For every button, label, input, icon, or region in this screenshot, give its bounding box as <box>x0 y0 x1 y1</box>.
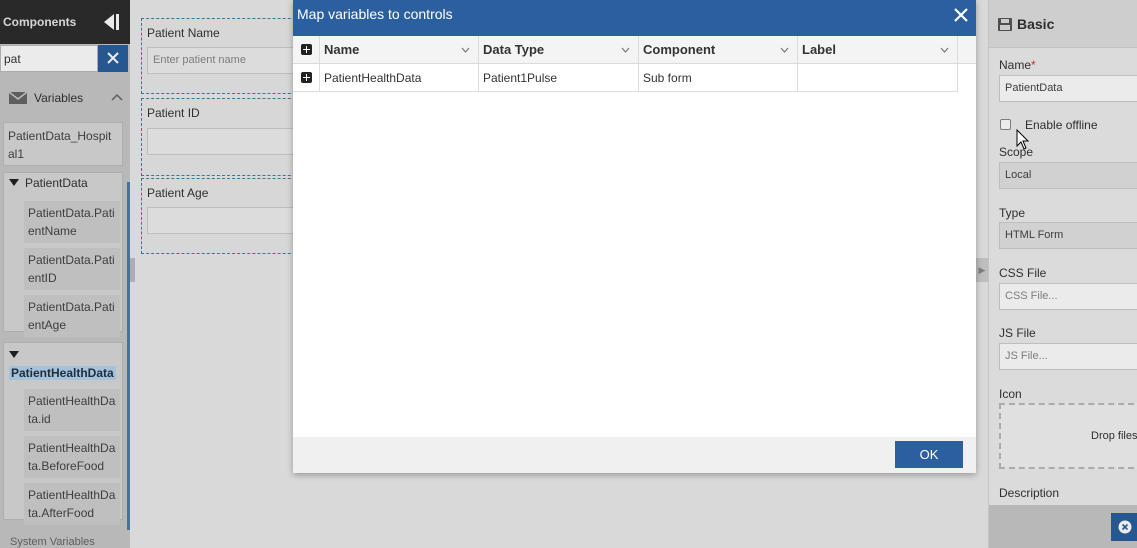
column-header-label[interactable]: Label <box>798 36 958 64</box>
chevron-down-icon[interactable] <box>780 47 789 53</box>
dialog-title: Map variables to controls <box>297 6 453 22</box>
cell-data-type[interactable]: Patient1Pulse <box>479 64 639 92</box>
column-header-data-type[interactable]: Data Type <box>479 36 639 64</box>
cell-component[interactable]: Sub form <box>639 64 798 92</box>
table-row[interactable]: PatientHealthData Patient1Pulse Sub form <box>293 64 958 92</box>
map-variables-dialog: Map variables to controls Name Data Type… <box>293 0 976 473</box>
column-header-component[interactable]: Component <box>639 36 798 64</box>
cell-name[interactable]: PatientHealthData <box>320 64 479 92</box>
plus-icon[interactable] <box>301 44 312 55</box>
chevron-down-icon[interactable] <box>461 47 470 53</box>
grid-header-row: Name Data Type Component Label <box>293 36 976 64</box>
cell-label[interactable] <box>798 64 958 92</box>
column-header-name[interactable]: Name <box>320 36 479 64</box>
column-label: Data Type <box>483 42 545 57</box>
chevron-down-icon[interactable] <box>621 47 630 53</box>
plus-icon[interactable] <box>301 72 312 83</box>
chevron-down-icon[interactable] <box>940 47 949 53</box>
mapping-grid: Name Data Type Component Label PatientHe… <box>293 36 976 92</box>
grid-scrollbar-gutter <box>958 36 976 64</box>
expand-row-cell[interactable] <box>293 64 320 92</box>
add-all-cell[interactable] <box>293 36 320 64</box>
dialog-header: Map variables to controls <box>293 0 976 36</box>
column-label: Component <box>643 42 716 57</box>
column-label: Label <box>802 42 836 57</box>
mouse-cursor-icon <box>1016 129 1030 150</box>
dialog-footer: OK <box>293 437 976 473</box>
ok-button[interactable]: OK <box>895 441 963 468</box>
column-label: Name <box>324 42 360 57</box>
close-icon[interactable] <box>954 8 968 22</box>
